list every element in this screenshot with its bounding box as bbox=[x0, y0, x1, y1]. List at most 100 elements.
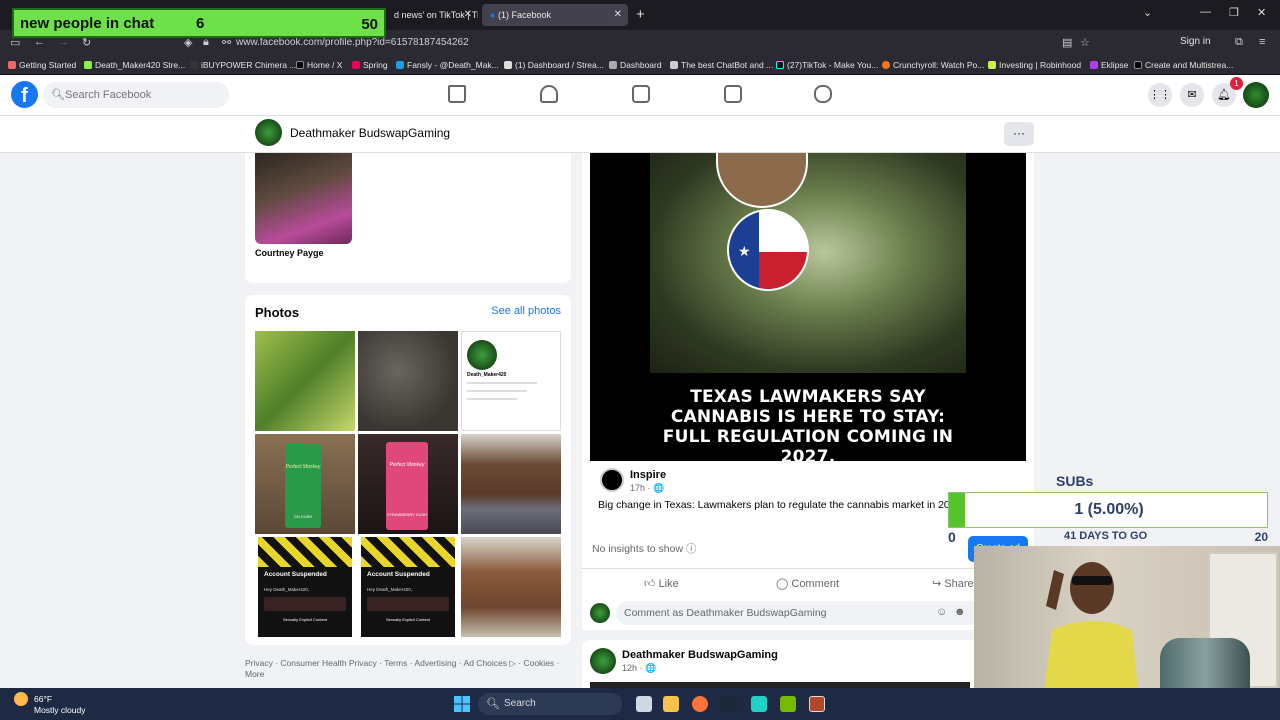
profile-avatar[interactable] bbox=[255, 119, 282, 146]
bookmark-item[interactable]: Death_Maker420 Stre... bbox=[84, 60, 185, 70]
bookmark-item[interactable]: The best ChatBot and ... bbox=[670, 60, 773, 70]
suspended-reason: Sexually Explicit Content bbox=[282, 617, 328, 622]
friends-icon[interactable] bbox=[540, 85, 558, 103]
like-button[interactable]: 👍︎ Like bbox=[644, 577, 679, 590]
source-avatar[interactable] bbox=[600, 468, 624, 492]
profile-header-bar: Deathmaker BudswapGaming ··· bbox=[0, 116, 1280, 153]
app-icon[interactable] bbox=[751, 696, 767, 712]
bookmark-item[interactable]: Home / X bbox=[296, 60, 342, 70]
firefox-taskbar-icon[interactable] bbox=[692, 696, 708, 712]
list-tabs-icon[interactable]: ⌄ bbox=[1143, 6, 1152, 19]
photo-thumbnail[interactable]: Death_Maker420 bbox=[461, 331, 561, 431]
bookmark-item[interactable]: Spring bbox=[352, 60, 388, 70]
footer-links[interactable]: Privacy · Consumer Health Privacy · Term… bbox=[245, 658, 575, 680]
warning-stripes bbox=[258, 537, 352, 567]
counter-current: 6 bbox=[196, 15, 205, 32]
dashboard-icon[interactable] bbox=[632, 85, 650, 103]
no-insights-text: No insights to show ⓘ bbox=[592, 543, 697, 555]
bookmark-item[interactable]: Eklipse bbox=[1090, 60, 1128, 70]
minimize-icon[interactable]: — bbox=[1200, 6, 1211, 18]
source-timestamp[interactable]: 17h · 🌐 bbox=[630, 483, 664, 494]
facebook-logo-icon[interactable]: f bbox=[11, 81, 38, 108]
info-icon[interactable]: ⓘ bbox=[686, 543, 697, 555]
photo-thumbnail[interactable] bbox=[255, 331, 355, 431]
post-timestamp[interactable]: 12h · 🌐 bbox=[622, 663, 656, 674]
photo-thumbnail[interactable] bbox=[461, 537, 561, 637]
bookmark-item[interactable]: Investing | Robinhood bbox=[988, 60, 1081, 70]
menu-icon[interactable]: ≡ bbox=[1259, 36, 1265, 48]
suspended-reason: Sexually Explicit Content bbox=[385, 617, 431, 622]
taskbar-search[interactable]: 🔍︎ Search bbox=[478, 693, 622, 715]
comment-input[interactable]: Comment as Deathmaker BudswapGaming bbox=[616, 601, 982, 625]
search-box[interactable]: 🔍︎ bbox=[43, 82, 229, 108]
new-tab-icon[interactable]: + bbox=[636, 4, 645, 26]
bookmark-item[interactable]: Create and Multistrea... bbox=[1134, 60, 1233, 70]
photo-thumbnail[interactable] bbox=[358, 331, 458, 431]
windows-taskbar: 66°F Mostly cloudy 🔍︎ Search bbox=[0, 688, 1280, 720]
photo-thumbnail[interactable]: Account Suspended Hey Death_Maker420, Se… bbox=[361, 537, 455, 637]
subs-progress-bar: 1 (5.00%) bbox=[948, 492, 1268, 528]
new-chatters-counter: new people in chat 6 50 bbox=[12, 8, 386, 38]
suspended-notice bbox=[367, 597, 449, 611]
photo-thumbnail[interactable] bbox=[461, 434, 561, 534]
photo-thumbnail[interactable]: Perfect Monkey OG KUSH bbox=[255, 434, 355, 534]
bookmark-item[interactable]: Dashboard bbox=[609, 60, 662, 70]
joint-image bbox=[716, 153, 808, 208]
dashboard-icon bbox=[504, 61, 512, 69]
post-image[interactable]: ★ TEXAS LAWMAKERS SAY CANNABIS IS HERE T… bbox=[590, 153, 1026, 467]
friend-photo[interactable] bbox=[255, 153, 352, 244]
emoji-icon[interactable]: ☻ bbox=[954, 606, 966, 618]
friend-name[interactable]: Courtney Payge bbox=[255, 248, 324, 258]
notification-badge: 1 bbox=[1230, 77, 1243, 90]
home-icon[interactable] bbox=[448, 85, 466, 103]
search-icon: 🔍︎ bbox=[51, 89, 65, 101]
product-brand-text: Perfect Monkey bbox=[285, 464, 321, 470]
reader-view-icon[interactable]: ▤ bbox=[1062, 36, 1072, 49]
account-avatar[interactable] bbox=[1243, 82, 1269, 108]
gaming-icon[interactable] bbox=[814, 85, 832, 103]
bookmark-item[interactable]: (1) Dashboard / Strea... bbox=[504, 60, 604, 70]
see-all-photos-link[interactable]: See all photos bbox=[491, 305, 561, 317]
windows-start-icon[interactable] bbox=[454, 696, 470, 712]
sign-in-button[interactable]: Sign in bbox=[1180, 36, 1211, 47]
bookmark-item[interactable]: Getting Started bbox=[8, 60, 76, 70]
weather-widget[interactable]: 66°F Mostly cloudy bbox=[14, 692, 86, 715]
share-button[interactable]: ↪ Share bbox=[932, 577, 974, 590]
search-input[interactable] bbox=[65, 82, 225, 108]
bookmark-item[interactable]: Fansly - @Death_Mak... bbox=[396, 60, 499, 70]
photo-thumbnail[interactable]: Account Suspended Hey Death_Maker420, Se… bbox=[258, 537, 352, 637]
spring-icon bbox=[352, 61, 360, 69]
post-author-avatar[interactable] bbox=[590, 648, 616, 674]
bookmark-item[interactable]: (27)TikTok - Make You... bbox=[776, 60, 878, 70]
more-options-icon[interactable]: ··· bbox=[1004, 122, 1034, 146]
post-author-name[interactable]: Deathmaker BudswapGaming bbox=[622, 649, 778, 661]
restream-icon bbox=[1134, 61, 1142, 69]
bookmark-star-icon[interactable]: ☆ bbox=[1080, 36, 1090, 49]
profile-name[interactable]: Deathmaker BudswapGaming bbox=[290, 126, 450, 140]
video-icon[interactable] bbox=[724, 85, 742, 103]
steam-icon[interactable] bbox=[721, 696, 737, 712]
comment-button[interactable]: ◯ Comment bbox=[776, 577, 839, 590]
obs-icon[interactable] bbox=[809, 696, 825, 712]
bookmark-item[interactable]: iBUYPOWER Chimera ... bbox=[190, 60, 296, 70]
tab-facebook[interactable]: ● (1) Facebook ✕ bbox=[482, 4, 628, 26]
subs-value: 1 (5.00%) bbox=[1074, 501, 1144, 518]
extensions-icon[interactable]: ⧉ bbox=[1235, 36, 1243, 49]
url-bar[interactable]: www.facebook.com/profile.php?id=61578187… bbox=[236, 37, 469, 48]
restore-icon[interactable]: ❐ bbox=[1229, 6, 1239, 19]
avatar-sticker-icon[interactable]: ☺ bbox=[936, 606, 947, 618]
menu-grid-icon[interactable]: ⋮⋮ bbox=[1148, 83, 1172, 107]
file-explorer-icon[interactable] bbox=[663, 696, 679, 712]
profile-screenshot-avatar bbox=[467, 340, 497, 370]
close-tab-icon[interactable]: ✕ bbox=[464, 4, 472, 26]
close-window-icon[interactable]: ✕ bbox=[1257, 6, 1266, 19]
source-name[interactable]: Inspire bbox=[630, 469, 666, 481]
task-view-icon[interactable] bbox=[636, 696, 652, 712]
nvidia-icon[interactable] bbox=[780, 696, 796, 712]
tab-tiktok[interactable]: d news' on TikTok | Ti ✕ bbox=[386, 4, 478, 26]
bookmark-item[interactable]: Crunchyroll: Watch Po... bbox=[882, 60, 984, 70]
cannabis-image: ★ bbox=[650, 153, 966, 373]
close-tab-icon[interactable]: ✕ bbox=[614, 4, 622, 26]
photo-thumbnail[interactable]: Perfect Monkey STRAWBERRY KUSH bbox=[358, 434, 458, 534]
messenger-icon[interactable]: ✉ bbox=[1180, 83, 1204, 107]
